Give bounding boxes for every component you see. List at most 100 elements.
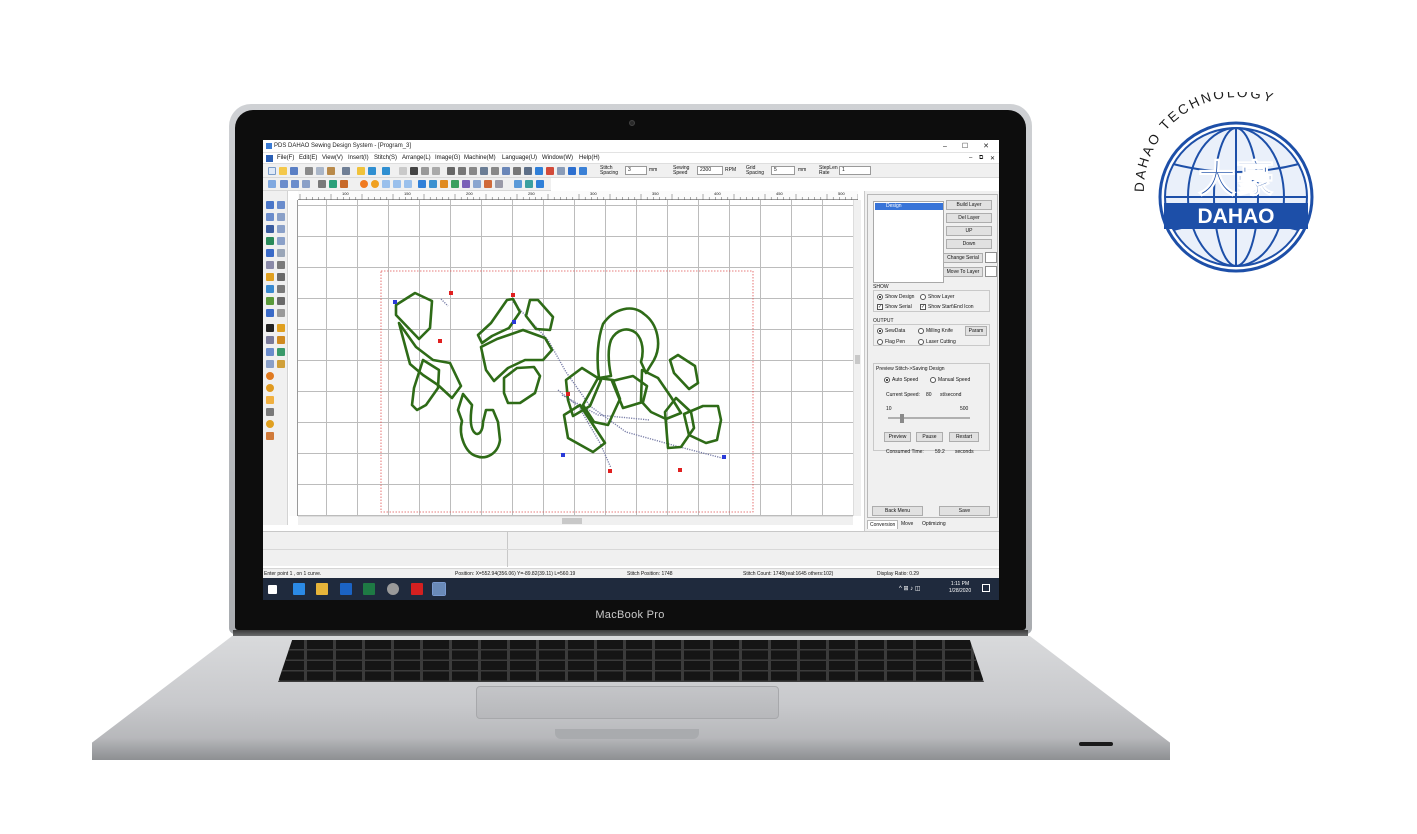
shape-tool-3-icon[interactable]	[404, 180, 412, 188]
del-layer-button[interactable]: Del Layer	[946, 213, 992, 223]
yellow-circle-icon[interactable]	[371, 180, 379, 188]
menu-edit[interactable]: Edit(E)	[299, 155, 317, 161]
palette-tool-13-icon[interactable]	[266, 273, 274, 281]
palette-tool-20-icon[interactable]	[277, 309, 285, 317]
stitch-tool-2-icon[interactable]	[410, 167, 418, 175]
vertical-scrollbar[interactable]	[853, 200, 861, 516]
menu-stitch[interactable]: Stitch(S)	[374, 155, 397, 161]
redo-icon[interactable]	[382, 167, 390, 175]
undo-icon[interactable]	[368, 167, 376, 175]
pds-app-icon[interactable]	[432, 582, 446, 596]
design-drawing-surface[interactable]	[298, 200, 853, 516]
wave-tool-icon[interactable]	[291, 180, 299, 188]
stitch-tool-3-icon[interactable]	[421, 167, 429, 175]
laser-cutting-radio[interactable]	[918, 339, 924, 345]
line-tool-icon[interactable]	[268, 180, 276, 188]
mdi-restore-button[interactable]: ⧉	[979, 155, 983, 162]
param-button[interactable]: Param	[965, 326, 987, 336]
select-arrow-icon[interactable]	[266, 201, 274, 209]
sewing-speed-input[interactable]: 2300	[697, 166, 723, 175]
system-tray-icons[interactable]: ^ ⊞ ♪ ◫	[899, 585, 921, 592]
copy-icon[interactable]	[316, 167, 324, 175]
palette-tool-32-icon[interactable]	[266, 408, 274, 416]
menu-insert[interactable]: Insert(I)	[348, 155, 369, 161]
tab-optimizing[interactable]: Optimizing	[920, 520, 948, 529]
show-serial-checkbox[interactable]: ✓	[877, 304, 883, 310]
palette-tool-2-icon[interactable]	[277, 201, 285, 209]
arrange-tool-13-icon[interactable]	[579, 167, 587, 175]
palette-tool-34-icon[interactable]	[266, 432, 274, 440]
cut-icon[interactable]	[305, 167, 313, 175]
arrange-tool-6-icon[interactable]	[502, 167, 510, 175]
minimize-button[interactable]: –	[940, 142, 950, 151]
palette-tool-31-icon[interactable]	[266, 396, 274, 404]
palette-tool-9-icon[interactable]	[266, 249, 274, 257]
arrange-tool-11-icon[interactable]	[557, 167, 565, 175]
notification-icon[interactable]	[982, 584, 990, 592]
palette-tool-15-icon[interactable]	[266, 285, 274, 293]
palette-tool-12-icon[interactable]	[277, 261, 285, 269]
menu-window[interactable]: Window(W)	[542, 155, 573, 161]
palette-tool-28-icon[interactable]	[277, 360, 285, 368]
palette-tool-16-icon[interactable]	[277, 285, 285, 293]
manual-speed-radio[interactable]	[930, 377, 936, 383]
steplen-rate-input[interactable]: 1	[839, 166, 871, 175]
mdi-close-button[interactable]: ✕	[990, 155, 995, 162]
menu-machine[interactable]: Machine(M)	[464, 155, 496, 161]
grid-toggle-icon[interactable]	[536, 180, 544, 188]
stitch-tool-1-icon[interactable]	[399, 167, 407, 175]
fill-tool-icon[interactable]	[429, 180, 437, 188]
palette-tool-26-icon[interactable]	[277, 348, 285, 356]
menu-image[interactable]: Image(G)	[435, 155, 460, 161]
palette-tool-17-icon[interactable]	[266, 297, 274, 305]
taskbar-clock[interactable]: 1:11 PM 1/28/2020	[943, 581, 977, 595]
restart-button[interactable]: Restart	[949, 432, 979, 442]
save-icon[interactable]	[290, 167, 298, 175]
arrange-tool-8-icon[interactable]	[524, 167, 532, 175]
shape-tool-2-icon[interactable]	[393, 180, 401, 188]
layer-up-button[interactable]: UP	[946, 226, 992, 236]
show-start-end-checkbox[interactable]: ✓	[920, 304, 926, 310]
layer-list[interactable]: Design	[873, 201, 944, 283]
horizontal-scrollbar[interactable]	[298, 516, 853, 525]
flag-pen-radio[interactable]	[877, 339, 883, 345]
sewdata-radio[interactable]	[877, 328, 883, 334]
palette-tool-22-icon[interactable]	[277, 324, 285, 332]
tab-conversion[interactable]: Conversion	[867, 520, 899, 529]
stitch-spacing-input[interactable]: 3	[625, 166, 647, 175]
horizontal-scroll-thumb[interactable]	[562, 518, 582, 524]
measure-tool-icon[interactable]	[473, 180, 481, 188]
menu-view[interactable]: View(V)	[322, 155, 343, 161]
menu-file[interactable]: File(F)	[277, 155, 294, 161]
paste-icon[interactable]	[327, 167, 335, 175]
build-layer-button[interactable]: Build Layer	[946, 200, 992, 210]
open-folder-icon[interactable]	[279, 167, 287, 175]
needle-tool-icon[interactable]	[495, 180, 503, 188]
layer-list-item[interactable]: Design	[875, 203, 943, 210]
speed-slider-track[interactable]	[888, 414, 970, 423]
layer-tool-icon[interactable]	[451, 180, 459, 188]
font-tool-icon[interactable]	[418, 180, 426, 188]
palette-tool-14-icon[interactable]	[277, 273, 285, 281]
palette-tool-4-icon[interactable]	[277, 213, 285, 221]
save-button[interactable]: Save	[939, 506, 990, 516]
palette-tool-11-icon[interactable]	[266, 261, 274, 269]
image-tool-icon[interactable]	[440, 180, 448, 188]
arrange-tool-12-icon[interactable]	[568, 167, 576, 175]
view-tool-2-icon[interactable]	[525, 180, 533, 188]
palette-tool-5-icon[interactable]	[266, 225, 274, 233]
palette-tool-23-icon[interactable]	[266, 336, 274, 344]
maximize-button[interactable]: ☐	[960, 142, 970, 151]
palette-tool-19-icon[interactable]	[266, 309, 274, 317]
move-to-layer-button[interactable]: Move To Layer	[943, 267, 983, 277]
view-tool-1-icon[interactable]	[514, 180, 522, 188]
arrange-tool-10-icon[interactable]	[546, 167, 554, 175]
mirror-tool-icon[interactable]	[329, 180, 337, 188]
arrange-tool-3-icon[interactable]	[469, 167, 477, 175]
orange-circle-icon[interactable]	[360, 180, 368, 188]
arrange-tool-7-icon[interactable]	[513, 167, 521, 175]
back-menu-button[interactable]: Back Menu	[872, 506, 923, 516]
new-file-icon[interactable]	[268, 167, 276, 175]
cross-tool-icon[interactable]	[318, 180, 326, 188]
preview-button[interactable]: Preview	[884, 432, 911, 442]
